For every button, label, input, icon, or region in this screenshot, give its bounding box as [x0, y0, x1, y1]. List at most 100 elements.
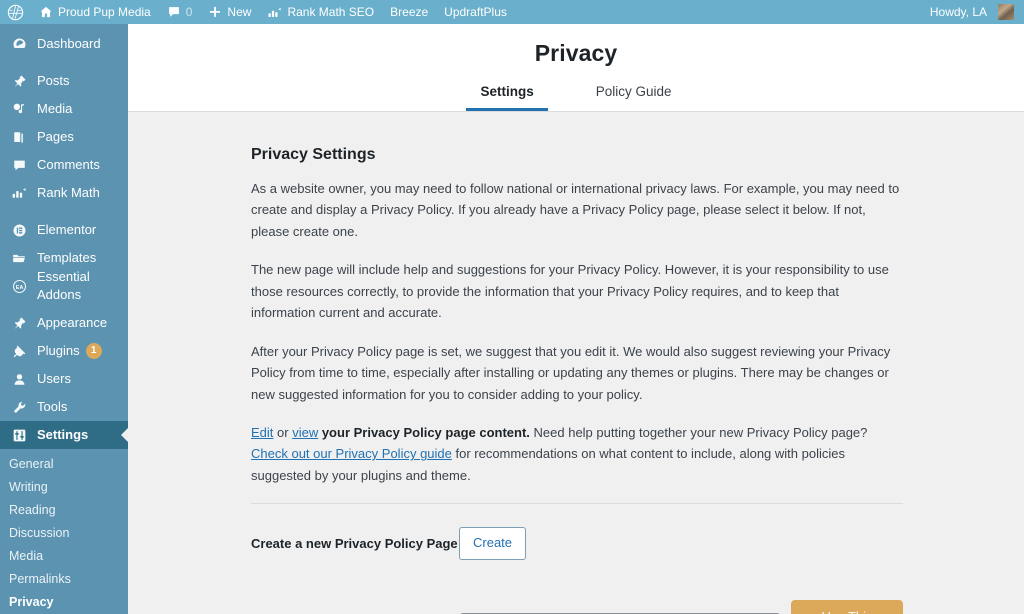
edit-policy-link[interactable]: Edit — [251, 425, 273, 440]
sidebar-item-label: Comments — [37, 157, 100, 172]
howdy-account-button[interactable]: Howdy, LA — [922, 0, 1024, 24]
sidebar-item-users[interactable]: Users — [0, 365, 128, 393]
intro-paragraph-1: As a website owner, you may need to foll… — [251, 181, 900, 239]
sidebar-item-label: Posts — [37, 73, 70, 88]
sidebar-item-label: Plugins — [37, 343, 80, 358]
folder-icon — [9, 248, 29, 268]
rank-math-seo-label: Rank Math SEO — [287, 5, 375, 19]
sidebar-item-label: Users — [37, 371, 71, 386]
elementor-icon — [9, 220, 29, 240]
page-header: Privacy Settings Policy Guide — [128, 24, 1024, 112]
wordpress-logo-button[interactable] — [0, 0, 31, 24]
rank-math-seo-button[interactable]: Rank Math SEO — [259, 0, 382, 24]
submenu-item-permalinks[interactable]: Permalinks — [0, 568, 128, 591]
comments-count: 0 — [185, 5, 193, 19]
svg-text:EA: EA — [15, 285, 23, 291]
home-icon — [39, 5, 53, 19]
policy-help-text: Need help putting together your new Priv… — [529, 424, 868, 440]
section-divider — [251, 503, 903, 505]
sidebar-item-pages[interactable]: Pages — [0, 123, 128, 151]
sidebar-item-rank-math[interactable]: Rank Math — [0, 179, 128, 207]
sidebar-item-dashboard[interactable]: Dashboard — [0, 30, 128, 58]
dashboard-icon — [9, 34, 29, 54]
sidebar-item-label: Settings — [37, 427, 89, 442]
sidebar-separator — [0, 207, 128, 216]
sidebar-item-label: Pages — [37, 129, 74, 144]
page-title: Privacy — [534, 40, 618, 66]
plus-icon — [208, 5, 222, 19]
submenu-item-privacy[interactable]: Privacy — [0, 591, 128, 614]
or-text: or — [273, 424, 293, 440]
tab-settings[interactable]: Settings — [466, 76, 548, 111]
privacy-settings-content: Privacy Settings As a website owner, you… — [128, 112, 1024, 614]
policy-content-bold-text: your Privacy Policy page content. — [318, 424, 530, 440]
pin-icon — [9, 71, 29, 91]
content-area: Privacy Settings Policy Guide Privacy Se… — [128, 24, 1024, 614]
user-icon — [9, 369, 29, 389]
section-title: Privacy Settings — [251, 146, 376, 163]
sidebar-item-settings[interactable]: Settings — [0, 421, 128, 449]
view-policy-link[interactable]: view — [292, 425, 318, 440]
plug-icon — [9, 341, 29, 361]
media-icon — [9, 99, 29, 119]
site-name-label: Proud Pup Media — [58, 5, 151, 19]
updraftplus-label: UpdraftPlus — [444, 5, 507, 19]
sidebar-item-label: Appearance — [37, 315, 108, 330]
new-content-button[interactable]: New — [200, 0, 259, 24]
sidebar-item-label: Dashboard — [37, 36, 101, 51]
sidebar-separator — [0, 58, 128, 67]
create-policy-row: Create a new Privacy Policy Page Create — [251, 526, 903, 560]
submenu-item-writing[interactable]: Writing — [0, 476, 128, 499]
site-name-button[interactable]: Proud Pup Media — [31, 0, 159, 24]
create-button[interactable]: Create — [459, 526, 527, 560]
submenu-item-media[interactable]: Media — [0, 545, 128, 568]
rank-math-icon — [267, 6, 282, 19]
sidebar-item-label: Rank Math — [37, 185, 100, 200]
sidebar-item-label: Elementor — [37, 222, 97, 237]
sidebar-item-essential-addons[interactable]: EA Essential Addons — [0, 269, 128, 302]
breeze-button[interactable]: Breeze — [382, 0, 436, 24]
user-avatar — [998, 4, 1014, 20]
sidebar-item-posts[interactable]: Posts — [0, 67, 128, 95]
settings-submenu: General Writing Reading Discussion Media… — [0, 449, 128, 614]
comment-bubble-icon — [167, 5, 181, 19]
new-content-label: New — [227, 5, 252, 19]
sidebar-item-label: Templates — [37, 250, 97, 265]
breeze-label: Breeze — [390, 5, 429, 19]
settings-sliders-icon — [9, 425, 29, 445]
sidebar-item-plugins[interactable]: Plugins 1 — [0, 337, 128, 365]
sidebar-item-label: Media — [37, 101, 73, 116]
admin-bar: Proud Pup Media 0 New Rank Math SEO Bree… — [0, 0, 1024, 24]
sidebar-item-appearance[interactable]: Appearance — [0, 309, 128, 337]
create-policy-label: Create a new Privacy Policy Page — [251, 535, 458, 551]
submenu-item-discussion[interactable]: Discussion — [0, 522, 128, 545]
essential-addons-icon: EA — [9, 276, 29, 296]
privacy-policy-guide-link[interactable]: Check out our Privacy Policy guide — [251, 446, 452, 461]
plugins-update-badge: 1 — [85, 343, 102, 359]
updraftplus-button[interactable]: UpdraftPlus — [436, 0, 515, 24]
rank-math-icon — [9, 183, 29, 203]
sidebar-item-label: Essential Addons — [37, 269, 90, 302]
tab-policy-guide[interactable]: Policy Guide — [582, 76, 686, 111]
sidebar-item-comments[interactable]: Comments — [0, 151, 128, 179]
policy-links-paragraph: Edit or view your Privacy Policy page co… — [251, 422, 903, 486]
admin-sidebar: Dashboard Posts Media Pages Comments Ran… — [0, 24, 128, 614]
submenu-item-general[interactable]: General — [0, 453, 128, 476]
howdy-label: Howdy, LA — [929, 5, 987, 19]
submenu-item-reading[interactable]: Reading — [0, 499, 128, 522]
privacy-tabs: Settings Policy Guide — [128, 76, 1024, 111]
wordpress-logo-icon — [7, 4, 24, 21]
comments-button[interactable]: 0 — [159, 0, 201, 24]
use-this-page-button[interactable]: Use This Page — [791, 600, 903, 614]
intro-paragraph-2: The new page will include help and sugge… — [251, 262, 889, 321]
pages-icon — [9, 127, 29, 147]
sidebar-item-elementor[interactable]: Elementor — [0, 216, 128, 244]
sidebar-item-tools[interactable]: Tools — [0, 393, 128, 421]
comment-bubble-icon — [9, 155, 29, 175]
brush-icon — [9, 313, 29, 333]
wrench-icon — [9, 397, 29, 417]
sidebar-item-label: Tools — [37, 399, 68, 414]
change-policy-row: Change your Privacy Policy page Privacy … — [251, 600, 903, 614]
sidebar-item-media[interactable]: Media — [0, 95, 128, 123]
intro-paragraph-3: After your Privacy Policy page is set, w… — [251, 343, 891, 402]
